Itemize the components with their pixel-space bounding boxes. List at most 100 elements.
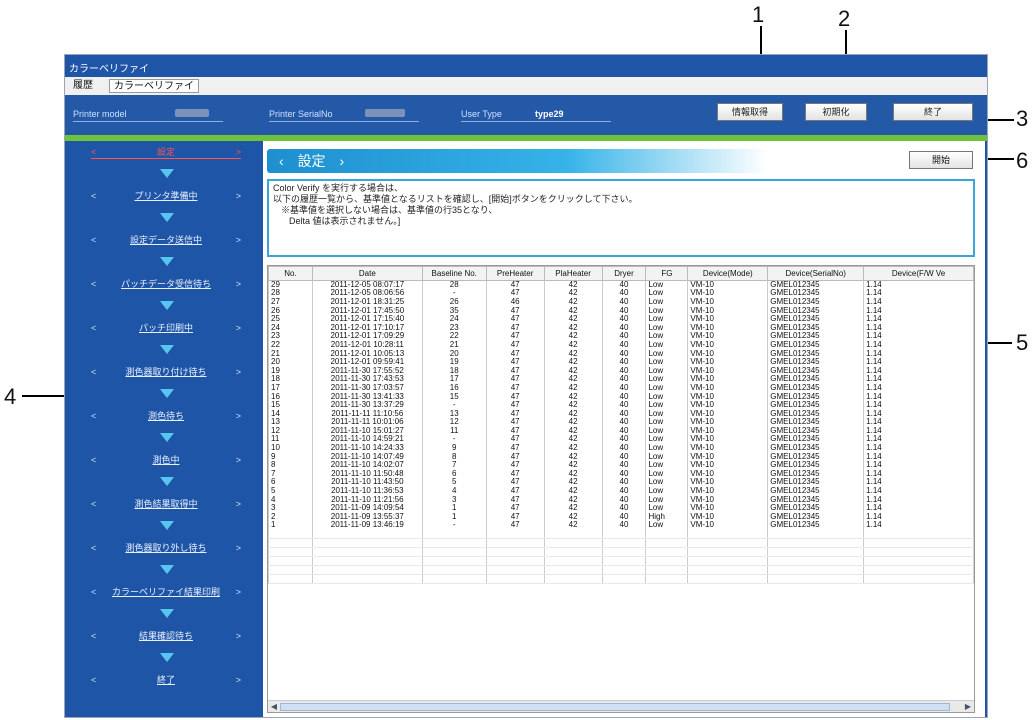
column-header[interactable]: Device(F/W Ve: [863, 266, 974, 281]
table-row[interactable]: 23 2011-12-01 17:09:29 22 47 42 40 Low VM-10 GME…: [268, 332, 974, 341]
column-header[interactable]: Device(Mode): [687, 266, 769, 281]
table-row[interactable]: 26 2011-12-01 17:45:50 35 47 42 40 Low VM-10 GME…: [268, 306, 974, 315]
table-cell: 24: [421, 314, 487, 324]
next-icon[interactable]: ›: [339, 153, 344, 169]
table-cell: Low: [645, 409, 689, 418]
column-header[interactable]: Date: [311, 266, 423, 281]
table-row[interactable]: 28 2011-12-05 08:06:56-47 42 40 Low VM-10 GMEL…: [268, 289, 974, 298]
step-label: 測色中: [152, 455, 180, 465]
table-cell: VM-10: [687, 314, 769, 324]
empty-cell: [311, 538, 423, 549]
step-item: < 測色中 >: [91, 455, 241, 465]
table-row[interactable]: 27 2011-12-01 18:31:25 26 46 42 40 Low VM-10 GME…: [268, 297, 974, 307]
empty-cell: [863, 538, 974, 549]
empty-cell: [645, 547, 689, 558]
start-button[interactable]: 開始: [909, 151, 973, 169]
table-cell: 40: [601, 297, 647, 307]
table-row[interactable]: 1 2011-11-09 13:46:19-47 42 40 Low VM-10 GMEL0…: [268, 521, 974, 530]
table-cell: -: [421, 435, 487, 444]
table-cell: 42: [543, 383, 603, 393]
empty-cell: [645, 529, 689, 540]
table-row[interactable]: 25 2011-12-01 17:15:40 24 47 42 40 Low VM-10 GME…: [268, 314, 974, 324]
table-cell: 47: [485, 452, 545, 461]
table-cell: VM-10: [687, 392, 769, 401]
table-cell: 2011-12-05 08:06:56: [311, 289, 423, 298]
table-row[interactable]: 10 2011-11-10 14:24:33 9 47 42 40 Low VM-10 GMEL…: [268, 443, 974, 453]
table-row[interactable]: 13 2011-11-11 10:01:06 12 47 42 40 Low VM-10 GME…: [268, 418, 974, 427]
step-item: < カラーベリファイ結果印刷 >: [91, 587, 241, 597]
exit-button[interactable]: 終了: [893, 103, 973, 121]
table-row[interactable]: 21 2011-12-01 10:05:13 20 47 42 40 Low VM-10 GME…: [268, 349, 974, 358]
table-row[interactable]: 5 2011-11-10 11:36:53 4 47 42 40 Low VM-10 GMEL0…: [268, 486, 974, 496]
table-cell: 2011-11-11 10:01:06: [311, 418, 423, 427]
table-cell: GMEL012345: [767, 435, 865, 444]
initialize-button[interactable]: 初期化: [805, 103, 867, 121]
table-cell: 6: [421, 469, 487, 479]
table-row[interactable]: 29 2011-12-05 08:07:17 28 47 42 40 Low VM-10 GME…: [268, 280, 974, 290]
table-cell: 47: [485, 503, 545, 513]
menu-history[interactable]: 履歴: [69, 79, 97, 93]
table-cell: 2011-12-01 09:59:41: [311, 357, 423, 367]
column-header[interactable]: PreHeater: [485, 266, 545, 281]
table-cell: 1.14: [863, 486, 974, 496]
table-row[interactable]: 20 2011-12-01 09:59:41 19 47 42 40 Low VM-10 GME…: [268, 357, 974, 367]
table-row[interactable]: 2 2011-11-09 13:55:37 1 47 42 40 High VM-10 GMEL…: [268, 512, 974, 522]
step-item: < 終了 >: [91, 675, 241, 685]
table-cell: 47: [485, 443, 545, 453]
column-header[interactable]: Baseline No.: [421, 266, 487, 281]
table-row[interactable]: 11 2011-11-10 14:59:21-47 42 40 Low VM-10 GMEL…: [268, 435, 974, 444]
table-row[interactable]: 22 2011-12-01 10:28:11 21 47 42 40 Low VM-10 GME…: [268, 340, 974, 350]
column-header[interactable]: PlaHeater: [543, 266, 603, 281]
table-cell: Low: [645, 314, 689, 324]
horizontal-scrollbar[interactable]: ◀ ▶: [268, 700, 974, 712]
table-cell: 40: [601, 460, 647, 470]
table-row[interactable]: 16 2011-11-30 13:41:33 15 47 42 40 Low VM-10 GME…: [268, 392, 974, 401]
table-cell: 7: [268, 469, 313, 479]
callout-5: 5: [1016, 330, 1029, 355]
table-cell: 1.14: [863, 512, 974, 522]
callout-6: 6: [1016, 148, 1029, 173]
table-row[interactable]: 8 2011-11-10 14:02:07 7 47 42 40 Low VM-10 GMEL0…: [268, 460, 974, 470]
info-get-button[interactable]: 情報取得: [717, 103, 783, 121]
table-cell: 1.14: [863, 357, 974, 367]
scroll-thumb[interactable]: [280, 703, 950, 711]
column-header[interactable]: Dryer: [601, 266, 647, 281]
menu-color-verify-tab[interactable]: カラーベリファイ: [109, 79, 199, 93]
table-cell: -: [421, 521, 487, 530]
table-cell: 46: [485, 297, 545, 307]
table-row[interactable]: 12 2011-11-10 15:01:27 11 47 42 40 Low VM-10 GME…: [268, 426, 974, 436]
table-row[interactable]: 24 2011-12-01 17:10:17 23 47 42 40 Low VM-10 GME…: [268, 323, 974, 333]
table-cell: 42: [543, 426, 603, 436]
table-cell: VM-10: [687, 418, 769, 427]
column-header[interactable]: FG: [645, 266, 689, 281]
scroll-right-icon[interactable]: ▶: [962, 701, 974, 712]
table-row[interactable]: 19 2011-11-30 17:55:52 18 47 42 40 Low VM-10 GME…: [268, 366, 974, 376]
table-cell: 1: [421, 512, 487, 522]
table-cell: Low: [645, 486, 689, 496]
table-row[interactable]: 18 2011-11-30 17:43:53 17 47 42 40 Low VM-10 GME…: [268, 375, 974, 384]
table-cell: GMEL012345: [767, 400, 865, 410]
table-cell: 8: [268, 460, 313, 470]
table-row[interactable]: 15 2011-11-30 13:37:29-47 42 40 Low VM-10 GMEL…: [268, 400, 974, 410]
column-header[interactable]: Device(SerialNo): [767, 266, 865, 281]
table-row[interactable]: 6 2011-11-10 11:43:50 5 47 42 40 Low VM-10 GMEL0…: [268, 478, 974, 487]
message-line-3: ※基準値を選択しない場合は、基準値の行35となり、: [281, 205, 498, 215]
table-row[interactable]: 3 2011-11-09 14:09:54 1 47 42 40 Low VM-10 GMEL0…: [268, 503, 974, 513]
column-header[interactable]: No.: [268, 266, 313, 281]
table-cell: 42: [543, 418, 603, 427]
table-cell: 2011-11-10 15:01:27: [311, 426, 423, 436]
table-cell: Low: [645, 340, 689, 350]
table-row[interactable]: 14 2011-11-11 11:10:56 13 47 42 40 Low VM-10 GME…: [268, 409, 974, 418]
table-row[interactable]: 4 2011-11-10 11:21:56 3 47 42 40 Low VM-10 GMEL0…: [268, 495, 974, 504]
table-row[interactable]: 9 2011-11-10 14:07:49 8 47 42 40 Low VM-10 GMEL0…: [268, 452, 974, 461]
table-row[interactable]: 7 2011-11-10 11:50:48 6 47 42 40 Low VM-10 GMEL0…: [268, 469, 974, 479]
table-cell: 1: [421, 503, 487, 513]
table-cell: GMEL012345: [767, 357, 865, 367]
scroll-left-icon[interactable]: ◀: [268, 701, 280, 712]
table-cell: 47: [485, 478, 545, 487]
table-cell: VM-10: [687, 426, 769, 436]
step-item: < 測色器取り付け待ち >: [91, 367, 241, 377]
table-cell: 3: [421, 495, 487, 504]
table-row[interactable]: 17 2011-11-30 17:03:57 16 47 42 40 Low VM-10 GME…: [268, 383, 974, 393]
prev-icon[interactable]: ‹: [279, 153, 284, 169]
